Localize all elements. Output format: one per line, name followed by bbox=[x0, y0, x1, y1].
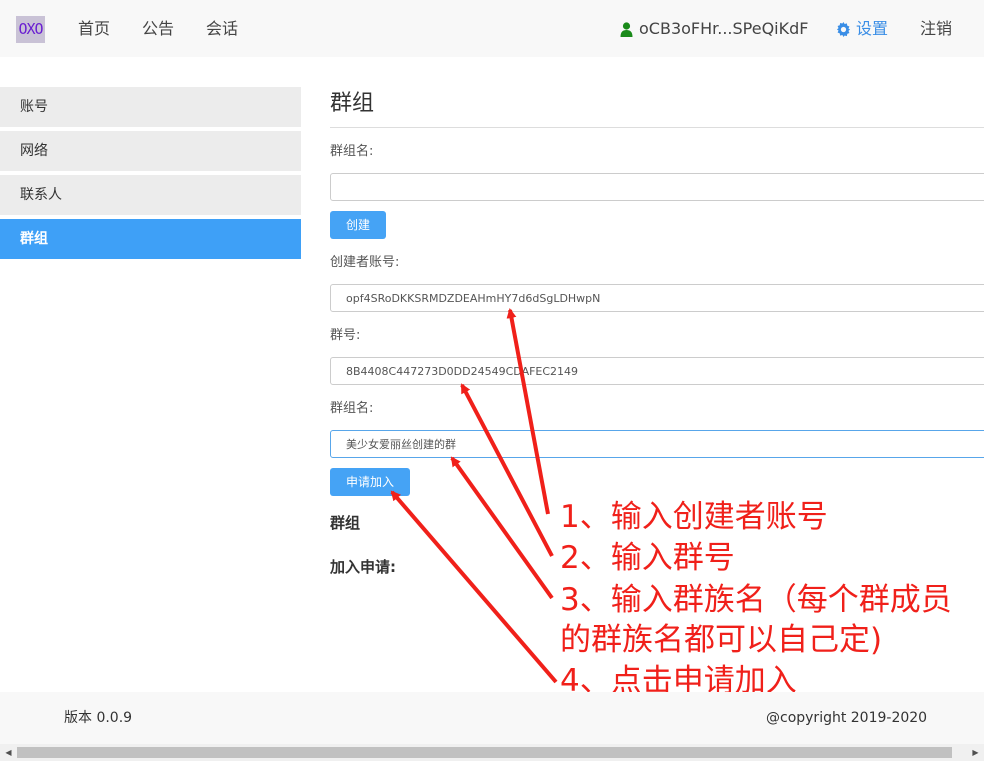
creator-account-label: 创建者账号: bbox=[330, 255, 400, 270]
app-logo[interactable]: OXO bbox=[16, 16, 45, 43]
sidebar-item-account[interactable]: 账号 bbox=[0, 87, 301, 127]
create-group-button[interactable]: 创建 bbox=[330, 211, 386, 239]
nav-announcements-link[interactable]: 公告 bbox=[142, 18, 174, 40]
nav-home-link[interactable]: 首页 bbox=[78, 18, 110, 40]
title-divider bbox=[330, 127, 984, 128]
create-group-name-input[interactable] bbox=[330, 173, 984, 201]
group-id-label: 群号: bbox=[330, 328, 361, 343]
join-group-name-label: 群组名: bbox=[330, 401, 374, 416]
create-group-name-label: 群组名: bbox=[330, 144, 374, 159]
groups-section-heading: 群组 bbox=[330, 514, 361, 532]
sidebar-item-network[interactable]: 网络 bbox=[0, 131, 301, 171]
annotation-step1: 1、输入创建者账号 bbox=[560, 499, 828, 535]
apply-join-button[interactable]: 申请加入 bbox=[330, 468, 410, 496]
version-label: 版本 0.0.9 bbox=[64, 710, 133, 726]
scroll-right-icon[interactable]: ▶ bbox=[967, 744, 984, 761]
footer: 版本 0.0.9 @copyright 2019-2020 bbox=[0, 692, 984, 744]
scroll-left-icon[interactable]: ◀ bbox=[0, 744, 17, 761]
annotation-step2: 2、输入群号 bbox=[560, 540, 735, 576]
join-group-name-input[interactable] bbox=[330, 430, 984, 458]
creator-account-input[interactable] bbox=[330, 284, 984, 312]
join-requests-heading: 加入申请: bbox=[330, 558, 396, 576]
sidebar-item-contacts[interactable]: 联系人 bbox=[0, 175, 301, 215]
group-id-input[interactable] bbox=[330, 357, 984, 385]
scrollbar-thumb[interactable] bbox=[17, 747, 952, 758]
annotation-step3-line2: 的群族名都可以自己定) bbox=[560, 622, 883, 658]
sidebar: 账号 网络 联系人 群组 bbox=[0, 87, 301, 263]
nav-sessions-link[interactable]: 会话 bbox=[206, 18, 238, 40]
annotation-step4: 4、点击申请加入 bbox=[560, 663, 797, 692]
sidebar-item-groups[interactable]: 群组 bbox=[0, 219, 301, 259]
annotation-step3-line1: 3、输入群族名（每个群成员 bbox=[560, 582, 952, 618]
page-title: 群组 bbox=[330, 91, 375, 116]
copyright-label: @copyright 2019-2020 bbox=[766, 710, 928, 726]
horizontal-scrollbar[interactable]: ◀ ▶ bbox=[0, 744, 984, 761]
